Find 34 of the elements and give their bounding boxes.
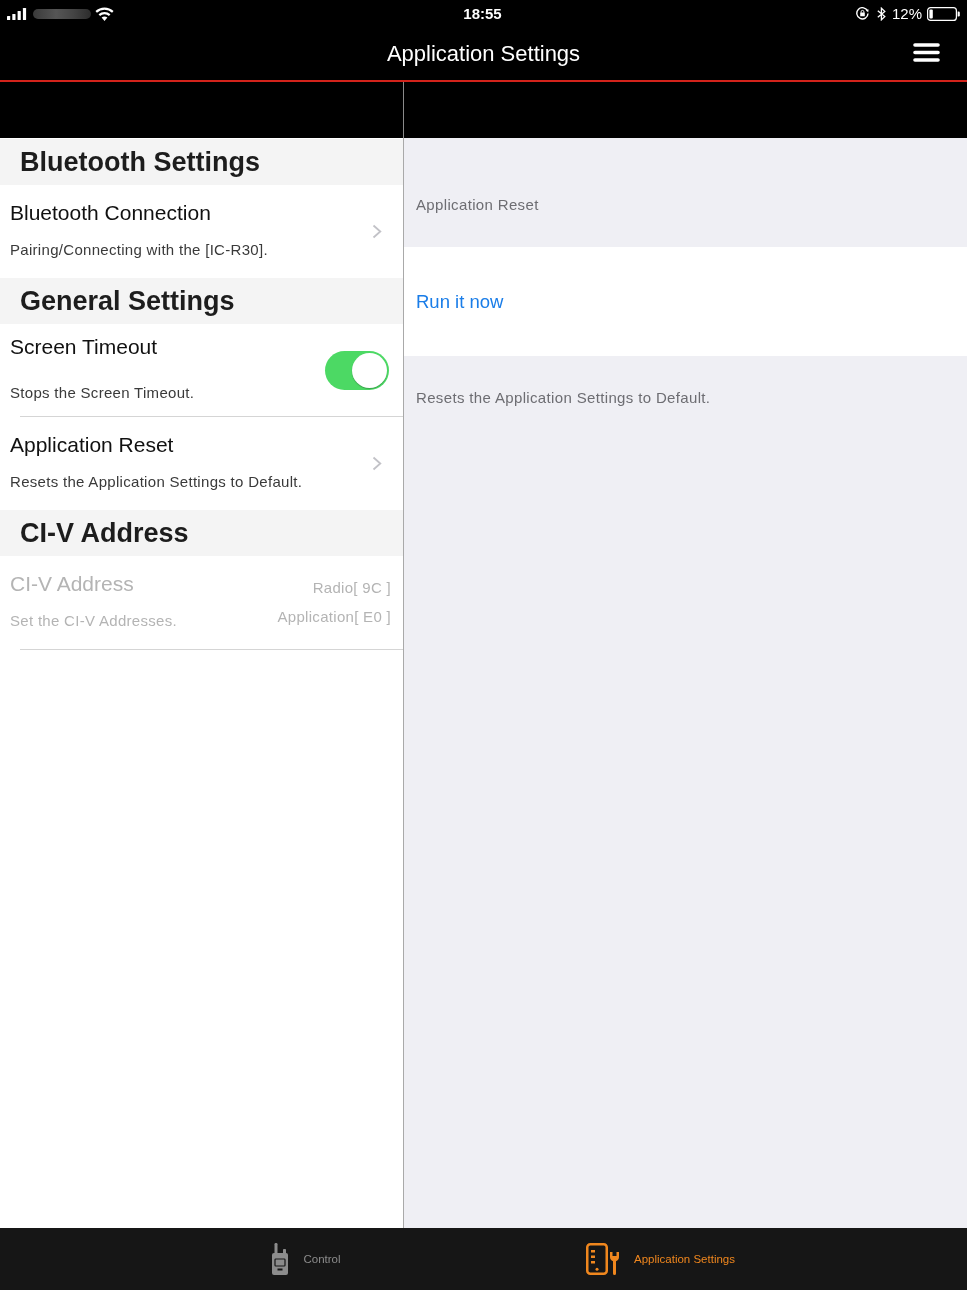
run-now-button[interactable]: Run it now bbox=[404, 247, 967, 356]
bluetooth-icon bbox=[876, 6, 886, 21]
battery-percent: 12% bbox=[891, 5, 922, 22]
wifi-icon bbox=[95, 6, 114, 21]
row-title: CI-V Address bbox=[10, 572, 134, 596]
menu-button[interactable] bbox=[913, 43, 940, 62]
address-value: Radio[ 9C ] bbox=[312, 579, 391, 597]
tab[interactable]: Control bbox=[272, 1243, 341, 1275]
chevron-icon bbox=[372, 224, 382, 239]
detail-footer-text: Resets the Application Settings to Default. bbox=[416, 389, 711, 407]
nav-title: Application Settings bbox=[386, 40, 581, 67]
section-header: Bluetooth Settings bbox=[0, 139, 403, 185]
row-title: Bluetooth Connection bbox=[10, 201, 211, 225]
tab[interactable]: Application Settings bbox=[586, 1243, 735, 1275]
detail-section-header: Application Reset bbox=[416, 196, 539, 214]
row-subtitle: Set the CI-V Addresses. bbox=[10, 612, 177, 630]
phone-wrench-icon bbox=[586, 1243, 619, 1275]
section-header: CI-V Address bbox=[0, 510, 403, 556]
row-subtitle: Resets the Application Settings to Default. bbox=[10, 473, 303, 491]
chevron-icon bbox=[372, 456, 382, 471]
battery-icon bbox=[927, 6, 960, 21]
menu-icon bbox=[913, 43, 940, 62]
row-subtitle: Stops the Screen Timeout. bbox=[10, 384, 195, 402]
signal-icon bbox=[7, 8, 27, 20]
rotation-lock-icon bbox=[855, 7, 869, 20]
row-subtitle: Pairing/Connecting with the [IC-R30]. bbox=[10, 241, 268, 259]
status-time: 18:55 bbox=[463, 5, 503, 22]
address-value: Application[ E0 ] bbox=[277, 608, 391, 626]
row-title: Screen Timeout bbox=[10, 335, 158, 359]
section-header: General Settings bbox=[0, 278, 403, 324]
toggle-switch[interactable] bbox=[325, 350, 389, 390]
walkie-talkie-icon bbox=[272, 1243, 289, 1275]
row-title: Application Reset bbox=[10, 433, 174, 457]
blurred-carrier-block bbox=[33, 8, 91, 19]
